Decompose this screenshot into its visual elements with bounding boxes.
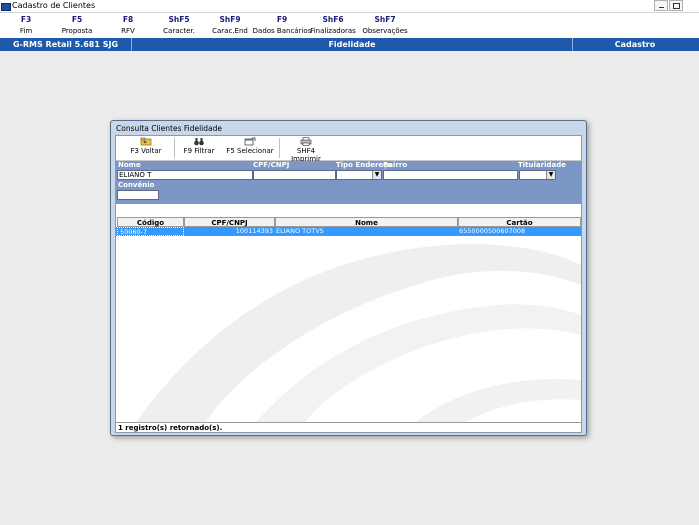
cell-cpf-cnpj: 100114393 — [235, 227, 273, 235]
column-header-nome[interactable]: Nome — [275, 217, 458, 227]
product-version: G-RMS Retail 5.681 SJG — [12, 40, 119, 49]
filtrar-button[interactable]: F9 Filtrar — [178, 137, 220, 155]
function-key-bar: F3 Fim F5 Proposta F8 RFV ShF5 Caracter.… — [0, 13, 699, 38]
nome-input[interactable]: ELIANO T — [117, 170, 253, 180]
printer-icon — [300, 137, 312, 146]
minimize-button[interactable] — [654, 0, 668, 11]
module-status-bar: G-RMS Retail 5.681 SJG Fidelidade Cadast… — [0, 38, 699, 51]
dialog-title: Consulta Clientes Fidelidade — [116, 124, 222, 133]
filter-panel: Nome ELIANO T CPF/CNPJ Tipo Endereço ▼ B… — [116, 161, 581, 204]
cpf-cnpj-label: CPF/CNPJ — [253, 161, 290, 169]
toolbar-separator — [279, 138, 280, 158]
convenio-input[interactable] — [117, 190, 159, 200]
fkey-finalizadoras[interactable]: ShF6 Finalizadoras — [303, 15, 363, 35]
maximize-button[interactable] — [669, 0, 683, 11]
watermark-swoosh — [136, 244, 581, 422]
consulta-dialog: Consulta Clientes Fidelidade F3 Voltar F… — [110, 120, 587, 436]
dialog-toolbar: F3 Voltar F9 Filtrar F5 Selecionar SHF4 … — [116, 136, 581, 163]
chevron-down-icon: ▼ — [546, 171, 555, 179]
fkey-observacoes[interactable]: ShF7 Observações — [355, 15, 415, 35]
chevron-down-icon: ▼ — [372, 171, 381, 179]
select-window-icon — [244, 137, 256, 146]
cpf-cnpj-input[interactable] — [253, 170, 336, 180]
cell-cartao: 6550000500607008 — [459, 227, 526, 235]
selecionar-button[interactable]: F5 Selecionar — [224, 137, 276, 155]
convenio-label: Convênio — [118, 181, 155, 189]
voltar-button[interactable]: F3 Voltar — [120, 137, 172, 155]
titularidade-select[interactable]: ▼ — [519, 170, 556, 180]
module-name: Fidelidade — [131, 38, 573, 51]
cell-nome: ELIANO TOTVS — [276, 227, 324, 235]
fkey-carac-end[interactable]: ShF9 Carac.End — [200, 15, 260, 35]
titularidade-label: Titularidade — [518, 161, 566, 169]
window-title-bar: Cadastro de Clientes — [0, 0, 699, 13]
imprimir-button[interactable]: SHF4 Imprimir — [282, 137, 330, 163]
folder-back-icon — [140, 137, 152, 146]
window-title: Cadastro de Clientes — [12, 1, 96, 10]
app-icon — [1, 3, 11, 11]
toolbar-separator — [174, 138, 175, 158]
dialog-body: F3 Voltar F9 Filtrar F5 Selecionar SHF4 … — [115, 135, 582, 433]
binoculars-icon — [193, 137, 205, 146]
bairro-input[interactable] — [383, 170, 518, 180]
column-header-cartao[interactable]: Cartão — [458, 217, 581, 227]
records-status: 1 registro(s) retornado(s). — [116, 422, 581, 432]
grid-header: Código CPF/CNPJ Nome Cartão — [116, 217, 581, 227]
results-grid: Código CPF/CNPJ Nome Cartão 50060-7 1001… — [116, 205, 581, 422]
column-header-cpf-cnpj[interactable]: CPF/CNPJ — [184, 217, 275, 227]
table-row[interactable]: 50060-7 100114393 ELIANO TOTVS 655000050… — [116, 227, 581, 236]
column-header-codigo[interactable]: Código — [117, 217, 184, 227]
screen-name: Cadastro — [614, 40, 656, 49]
tipo-endereco-select[interactable]: ▼ — [336, 170, 382, 180]
cell-codigo: 50060-7 — [117, 227, 184, 236]
nome-label: Nome — [118, 161, 141, 169]
bairro-label: Bairro — [383, 161, 408, 169]
